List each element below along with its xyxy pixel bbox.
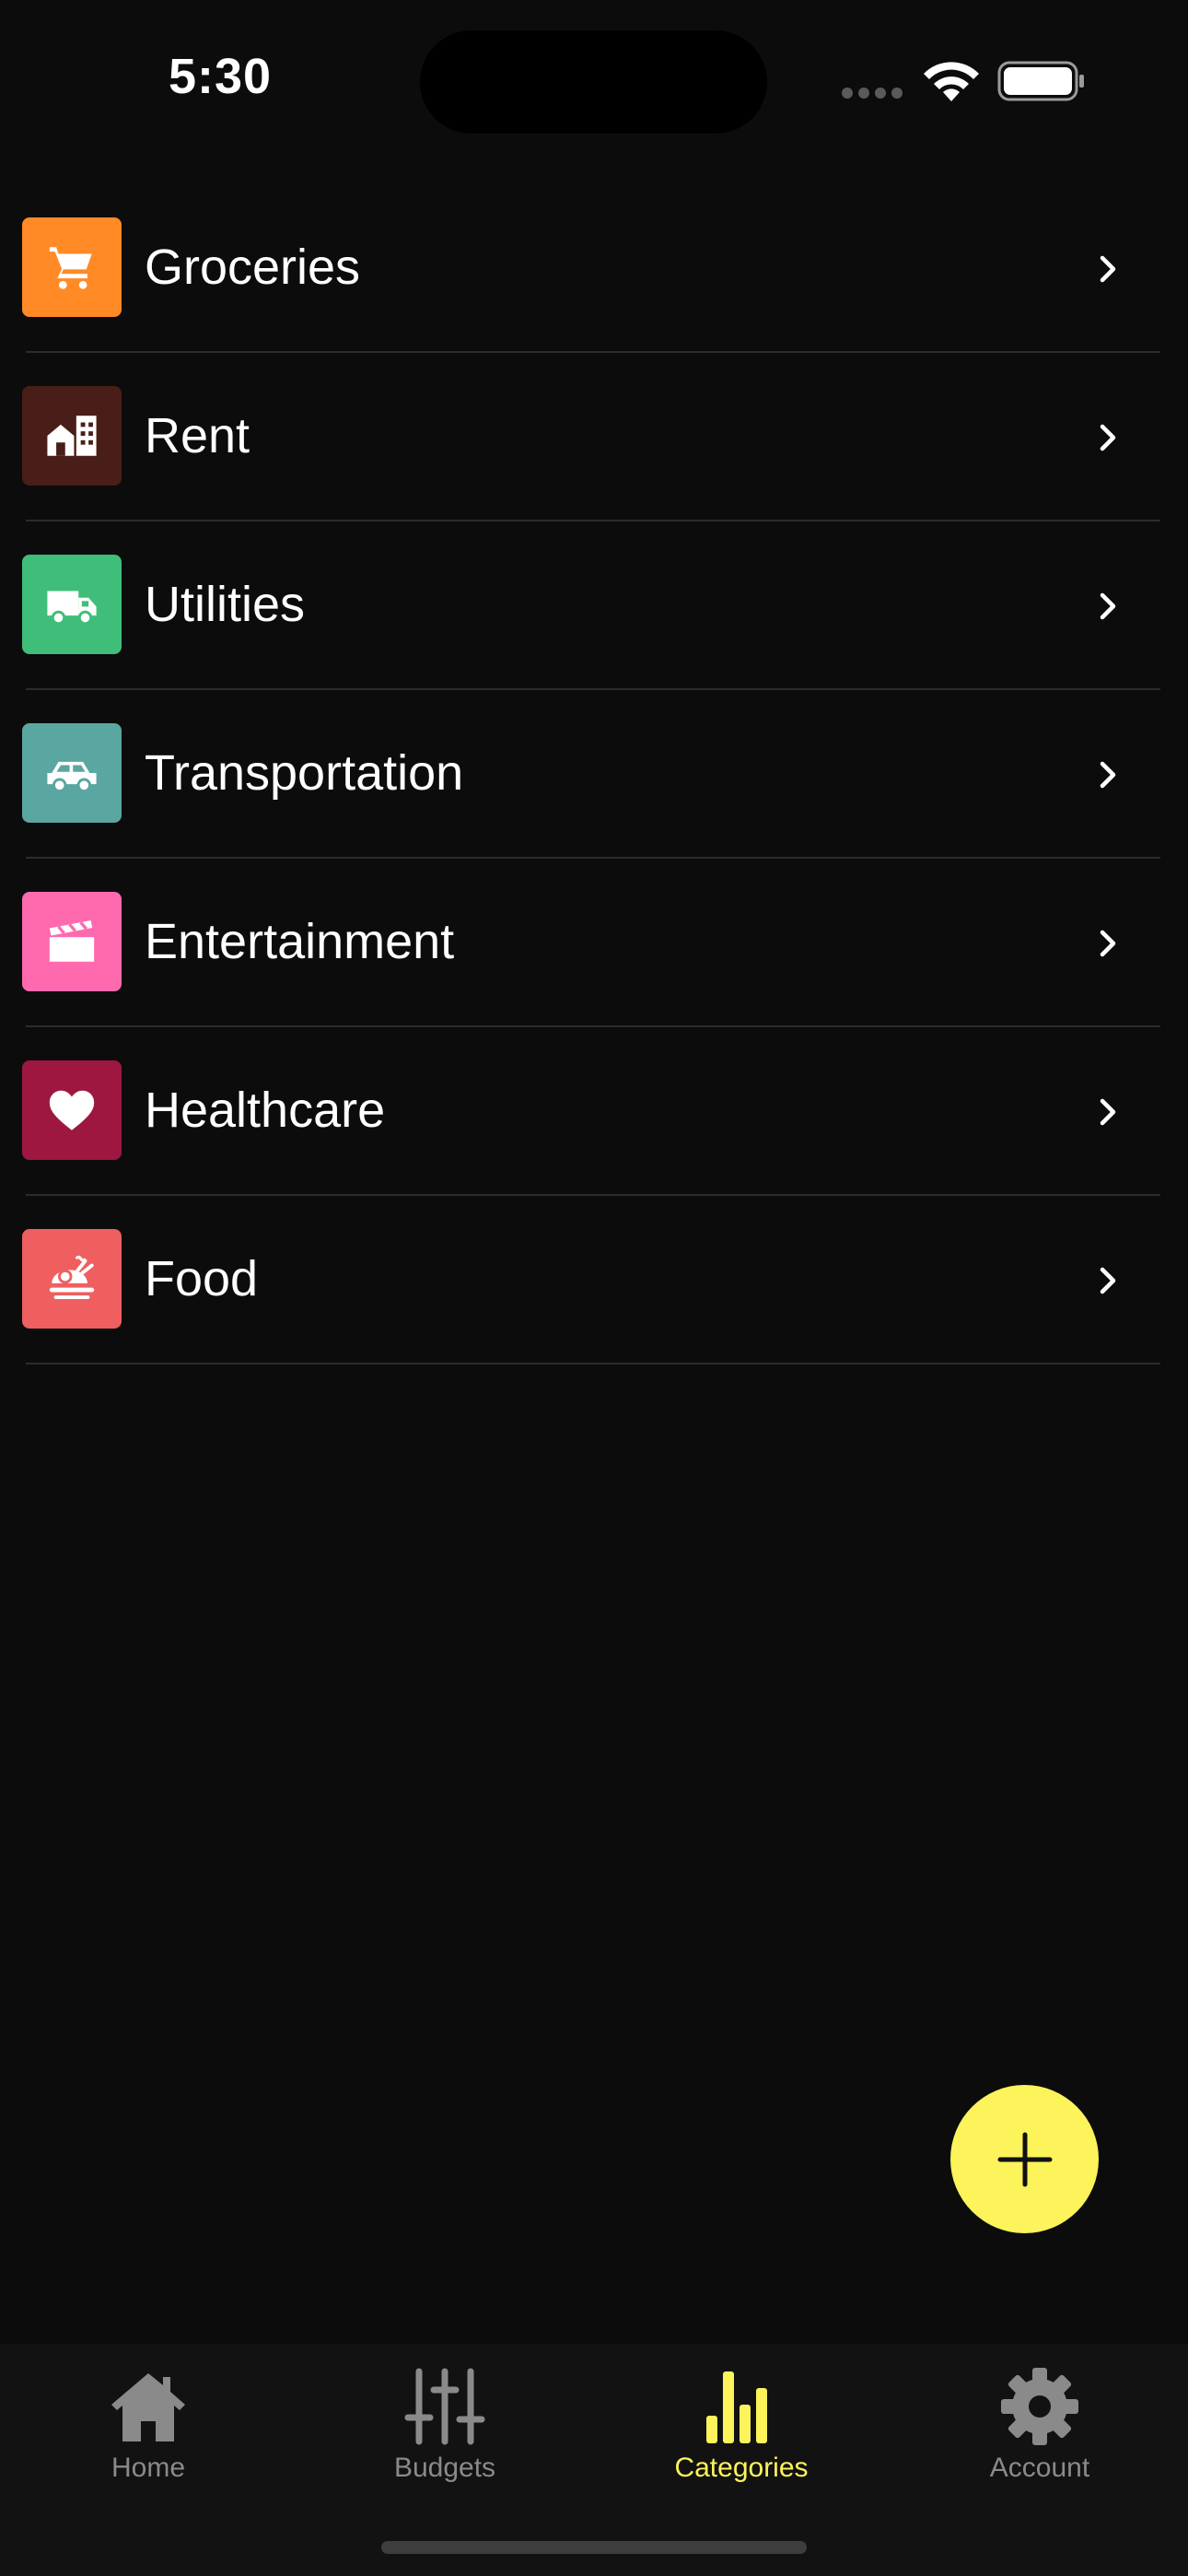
category-label: Utilities bbox=[145, 577, 306, 632]
category-icon-badge bbox=[22, 555, 122, 654]
category-row-food[interactable]: Food bbox=[0, 1196, 1188, 1364]
status-time: 5:30 bbox=[169, 49, 273, 104]
heart-icon bbox=[49, 1090, 95, 1130]
gear-icon bbox=[1001, 2368, 1078, 2445]
category-label: Transportation bbox=[145, 745, 464, 801]
category-label: Entertainment bbox=[145, 914, 455, 969]
category-icon-badge bbox=[22, 386, 122, 486]
sliders-icon bbox=[404, 2368, 485, 2445]
add-category-button[interactable] bbox=[950, 2085, 1099, 2233]
tab-label: Categories bbox=[674, 2453, 809, 2483]
tab-categories[interactable]: Categories bbox=[593, 2344, 890, 2491]
chevron-right-icon bbox=[1100, 255, 1116, 283]
tab-home[interactable]: Home bbox=[0, 2344, 297, 2491]
tab-account[interactable]: Account bbox=[891, 2344, 1188, 2491]
truck-icon bbox=[47, 591, 97, 626]
tab-label: Account bbox=[989, 2453, 1090, 2483]
chevron-right-icon bbox=[1100, 761, 1116, 789]
category-row-healthcare[interactable]: Healthcare bbox=[0, 1027, 1188, 1196]
category-icon-badge bbox=[22, 723, 122, 823]
category-row-utilities[interactable]: Utilities bbox=[0, 521, 1188, 690]
shopping-cart-icon bbox=[49, 247, 92, 289]
tab-budgets[interactable]: Budgets bbox=[297, 2344, 593, 2491]
category-label: Rent bbox=[145, 408, 250, 463]
category-label: Groceries bbox=[145, 240, 361, 295]
category-label: Food bbox=[145, 1251, 259, 1306]
category-icon-badge bbox=[22, 1060, 122, 1160]
chevron-right-icon bbox=[1100, 1267, 1116, 1294]
dynamic-island bbox=[420, 30, 767, 134]
category-icon-badge bbox=[22, 1229, 122, 1329]
tab-label: Home bbox=[111, 2453, 186, 2483]
bar-chart-icon bbox=[706, 2371, 767, 2443]
tab-label: Budgets bbox=[393, 2453, 496, 2483]
category-icon-badge bbox=[22, 892, 122, 991]
status-bar: 5:30 bbox=[0, 0, 1188, 157]
clapperboard-icon bbox=[49, 920, 95, 962]
category-label: Healthcare bbox=[145, 1083, 386, 1138]
category-row-groceries[interactable]: Groceries bbox=[0, 184, 1188, 353]
home-icon bbox=[111, 2373, 185, 2441]
category-icon-badge bbox=[22, 217, 122, 317]
chevron-right-icon bbox=[1100, 424, 1116, 451]
chevron-right-icon bbox=[1100, 592, 1116, 620]
roast-chicken-icon bbox=[49, 1255, 95, 1299]
car-icon bbox=[47, 761, 97, 793]
cellular-signal-icon bbox=[842, 88, 903, 99]
chevron-right-icon bbox=[1100, 930, 1116, 957]
wifi-icon bbox=[924, 62, 979, 101]
category-list: Groceries Rent Utilities Transportation … bbox=[0, 184, 1188, 1364]
home-indicator bbox=[381, 2541, 807, 2554]
chevron-right-icon bbox=[1100, 1098, 1116, 1126]
category-row-rent[interactable]: Rent bbox=[0, 353, 1188, 521]
building-icon bbox=[47, 416, 97, 456]
plus-icon bbox=[997, 2132, 1052, 2186]
battery-icon bbox=[997, 61, 1084, 101]
category-row-entertainment[interactable]: Entertainment bbox=[0, 859, 1188, 1027]
category-row-transportation[interactable]: Transportation bbox=[0, 690, 1188, 859]
